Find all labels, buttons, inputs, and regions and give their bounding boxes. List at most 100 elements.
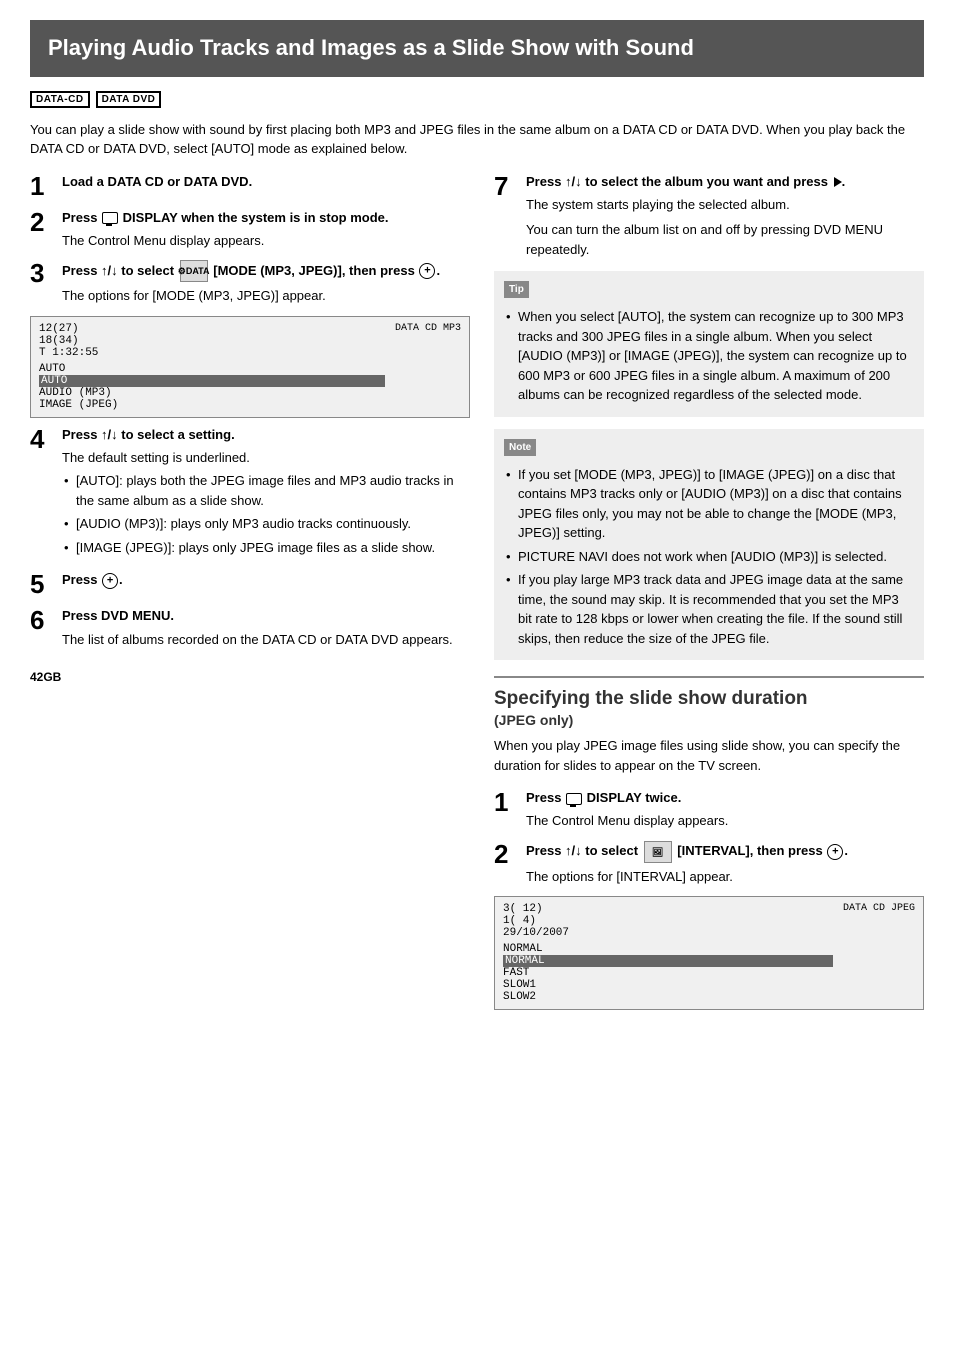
bullet-image-jpeg: [IMAGE (JPEG)]: plays only JPEG image fi… <box>62 538 470 558</box>
screen-1-label: DATA CD MP3 <box>395 323 461 334</box>
screen-2: 3( 12) 1( 4) 29/10/2007 NORMAL NORMAL FA… <box>494 896 924 1010</box>
step-3: 3 Press ↑/↓ to select ⚙DATA [MODE (MP3, … <box>30 260 470 306</box>
tip-label: Tip <box>504 281 529 298</box>
step-4-title: Press ↑/↓ to select a setting. <box>62 427 235 442</box>
section2-step-1-number: 1 <box>494 789 518 815</box>
screen-1-line1: 12(27) <box>39 323 385 335</box>
section2-step-2-content: Press ↑/↓ to select 🖼 [INTERVAL], then p… <box>526 841 924 887</box>
main-content: 1 Load a DATA CD or DATA DVD. 2 Press DI… <box>30 173 924 1019</box>
section2-step-2: 2 Press ↑/↓ to select 🖼 [INTERVAL], then… <box>494 841 924 887</box>
screen-2-line1: 3( 12) <box>503 903 833 915</box>
step-7-body1: The system starts playing the selected a… <box>526 195 924 215</box>
enter-icon-3 <box>419 263 435 279</box>
screen-2-slow1: SLOW1 <box>503 979 833 991</box>
step-4-bullets: [AUTO]: plays both the JPEG image files … <box>62 471 470 557</box>
step-7-number: 7 <box>494 173 518 199</box>
note-item-2: If you play large MP3 track data and JPE… <box>504 570 914 648</box>
step-2-title: Press DISPLAY when the system is in stop… <box>62 210 389 225</box>
tip-bullets: When you select [AUTO], the system can r… <box>504 307 914 405</box>
badge-data-cd: DATA-CD <box>30 91 90 108</box>
screen-2-normal-label: NORMAL <box>503 943 833 955</box>
section2-step-1-body: The Control Menu display appears. <box>526 811 924 831</box>
screen-1-image-jpeg: IMAGE (JPEG) <box>39 399 385 411</box>
bullet-audio-mp3: [AUDIO (MP3)]: plays only MP3 audio trac… <box>62 514 470 534</box>
section2-title: Specifying the slide show duration <box>494 688 924 710</box>
section2-subtitle: (JPEG only) <box>494 712 924 728</box>
step-7-body2: You can turn the album list on and off b… <box>526 220 924 259</box>
display-icon-2 <box>566 793 582 805</box>
enter-icon-s2 <box>827 844 843 860</box>
interval-icon: 🖼 <box>644 841 672 863</box>
step-4-number: 4 <box>30 426 54 452</box>
step-3-title: Press ↑/↓ to select ⚙DATA [MODE (MP3, JP… <box>62 263 440 278</box>
screen-2-fast: FAST <box>503 967 833 979</box>
step-6-number: 6 <box>30 607 54 633</box>
step-2-body: The Control Menu display appears. <box>62 231 470 251</box>
screen-1-auto-label: AUTO <box>39 363 385 375</box>
step-5-title: Press . <box>62 572 123 587</box>
screen-2-label: DATA CD JPEG <box>843 903 915 914</box>
screen-2-line3: 29/10/2007 <box>503 927 833 939</box>
screen-1-auto-highlight: AUTO <box>39 375 385 387</box>
display-icon <box>102 212 118 224</box>
step-6-content: Press DVD MENU. The list of albums recor… <box>62 607 470 649</box>
step-4-body: The default setting is underlined. <box>62 448 470 468</box>
screen-1-line3: T 1:32:55 <box>39 347 385 359</box>
screen-1-audio-mp3: AUDIO (MP3) <box>39 387 385 399</box>
step-1-title: Load a DATA CD or DATA DVD. <box>62 174 252 189</box>
screen-1-line2: 18(34) <box>39 335 385 347</box>
section2-step-2-body: The options for [INTERVAL] appear. <box>526 867 924 887</box>
step-5: 5 Press . <box>30 571 470 597</box>
step-6-title: Press DVD MENU. <box>62 608 174 623</box>
screen-2-normal-highlight: NORMAL <box>503 955 833 967</box>
step-3-number: 3 <box>30 260 54 286</box>
tip-item-0: When you select [AUTO], the system can r… <box>504 307 914 405</box>
step-2-content: Press DISPLAY when the system is in stop… <box>62 209 470 251</box>
section2-step-1: 1 Press DISPLAY twice. The Control Menu … <box>494 789 924 831</box>
step-4: 4 Press ↑/↓ to select a setting. The def… <box>30 426 470 562</box>
step-3-body: The options for [MODE (MP3, JPEG)] appea… <box>62 286 470 306</box>
step-5-content: Press . <box>62 571 470 589</box>
note-item-1: PICTURE NAVI does not work when [AUDIO (… <box>504 547 914 567</box>
screen-1: 12(27) 18(34) T 1:32:55 AUTO AUTO AUDIO … <box>30 316 470 418</box>
section2-step-2-number: 2 <box>494 841 518 867</box>
page-title: Playing Audio Tracks and Images as a Sli… <box>30 20 924 77</box>
step-1-content: Load a DATA CD or DATA DVD. <box>62 173 470 191</box>
badge-data-dvd: DATA DVD <box>96 91 162 108</box>
step-2-number: 2 <box>30 209 54 235</box>
page-number: 42GB <box>30 670 61 684</box>
step-1-number: 1 <box>30 173 54 199</box>
screen-2-left: 3( 12) 1( 4) 29/10/2007 NORMAL NORMAL FA… <box>503 903 833 1003</box>
section2-intro: When you play JPEG image files using sli… <box>494 736 924 775</box>
note-box: Note If you set [MODE (MP3, JPEG)] to [I… <box>494 429 924 661</box>
step-7-title: Press ↑/↓ to select the album you want a… <box>526 174 845 189</box>
note-label: Note <box>504 439 536 456</box>
section2-step-1-title: Press DISPLAY twice. <box>526 790 681 805</box>
bullet-auto: [AUTO]: plays both the JPEG image files … <box>62 471 470 510</box>
section2-step-2-title: Press ↑/↓ to select 🖼 [INTERVAL], then p… <box>526 843 848 858</box>
right-column: 7 Press ↑/↓ to select the album you want… <box>494 173 924 1019</box>
screen-1-left: 12(27) 18(34) T 1:32:55 AUTO AUTO AUDIO … <box>39 323 385 411</box>
intro-text: You can play a slide show with sound by … <box>30 120 924 159</box>
badges-row: DATA-CD DATA DVD <box>30 91 924 108</box>
section-divider <box>494 676 924 678</box>
screen-2-line2: 1( 4) <box>503 915 833 927</box>
step-6-body: The list of albums recorded on the DATA … <box>62 630 470 650</box>
step-5-number: 5 <box>30 571 54 597</box>
screen-1-right: DATA CD MP3 <box>395 323 461 334</box>
note-item-0: If you set [MODE (MP3, JPEG)] to [IMAGE … <box>504 465 914 543</box>
step-6: 6 Press DVD MENU. The list of albums rec… <box>30 607 470 649</box>
enter-icon-5 <box>102 573 118 589</box>
step-3-content: Press ↑/↓ to select ⚙DATA [MODE (MP3, JP… <box>62 260 470 306</box>
note-bullets: If you set [MODE (MP3, JPEG)] to [IMAGE … <box>504 465 914 649</box>
page-number-area: 42GB <box>30 669 470 684</box>
step-4-content: Press ↑/↓ to select a setting. The defau… <box>62 426 470 562</box>
play-icon <box>834 177 842 187</box>
step-1: 1 Load a DATA CD or DATA DVD. <box>30 173 470 199</box>
section2-step-1-content: Press DISPLAY twice. The Control Menu di… <box>526 789 924 831</box>
step-7: 7 Press ↑/↓ to select the album you want… <box>494 173 924 260</box>
screen-2-slow2: SLOW2 <box>503 991 833 1003</box>
screen-2-right: DATA CD JPEG <box>843 903 915 914</box>
mode-icon: ⚙DATA <box>180 260 208 282</box>
left-column: 1 Load a DATA CD or DATA DVD. 2 Press DI… <box>30 173 470 1019</box>
